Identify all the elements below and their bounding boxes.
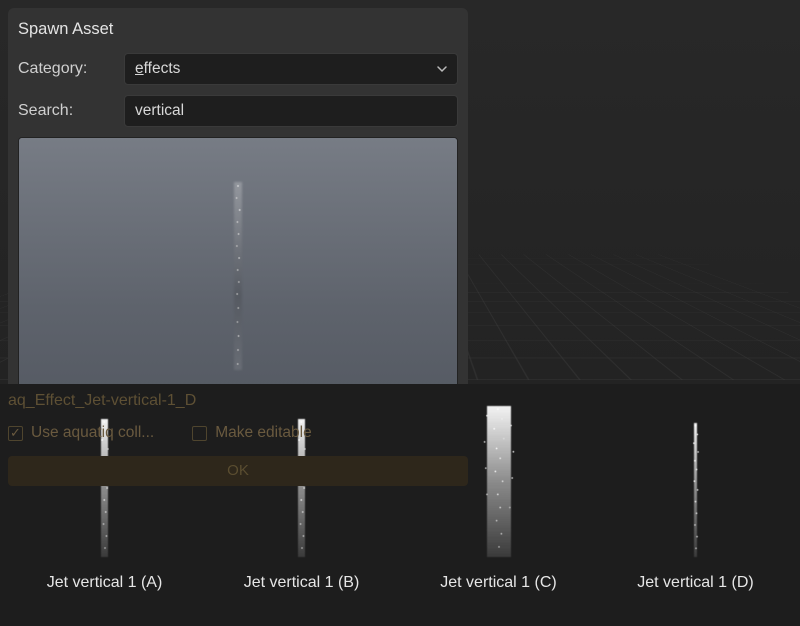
asset-filename: aq_Effect_Jet-vertical-1_D [8, 392, 468, 410]
asset-label: Jet vertical 1 (B) [244, 574, 360, 592]
asset-label: Jet vertical 1 (C) [440, 574, 556, 592]
category-row: Category: effects [18, 53, 458, 85]
checkbox-icon [8, 426, 23, 441]
search-row: Search: [18, 95, 458, 127]
search-label: Search: [18, 102, 114, 120]
make-editable-label: Make editable [215, 424, 312, 442]
preview-jet-effect [224, 174, 252, 374]
asset-thumb [603, 392, 788, 560]
category-label: Category: [18, 60, 114, 78]
panel-title: Spawn Asset [18, 20, 458, 39]
category-value: effects [135, 60, 180, 78]
spawn-asset-panel: Spawn Asset Category: effects Search: [8, 8, 468, 403]
use-collection-label: Use aquatiq coll... [31, 424, 154, 442]
jet-effect-icon [683, 414, 709, 560]
ok-button[interactable]: OK [8, 456, 468, 486]
asset-label: Jet vertical 1 (D) [637, 574, 753, 592]
jet-effect-icon [469, 396, 529, 560]
dimmed-dialog-overlay: aq_Effect_Jet-vertical-1_D Use aquatiq c… [8, 392, 468, 486]
asset-card-d[interactable]: Jet vertical 1 (D) [603, 392, 788, 592]
category-select[interactable]: effects [124, 53, 458, 85]
use-collection-checkbox[interactable]: Use aquatiq coll... [8, 424, 154, 442]
checkbox-icon [192, 426, 207, 441]
asset-label: Jet vertical 1 (A) [47, 574, 163, 592]
asset-preview [18, 137, 458, 389]
make-editable-checkbox[interactable]: Make editable [192, 424, 312, 442]
search-input[interactable] [124, 95, 458, 127]
